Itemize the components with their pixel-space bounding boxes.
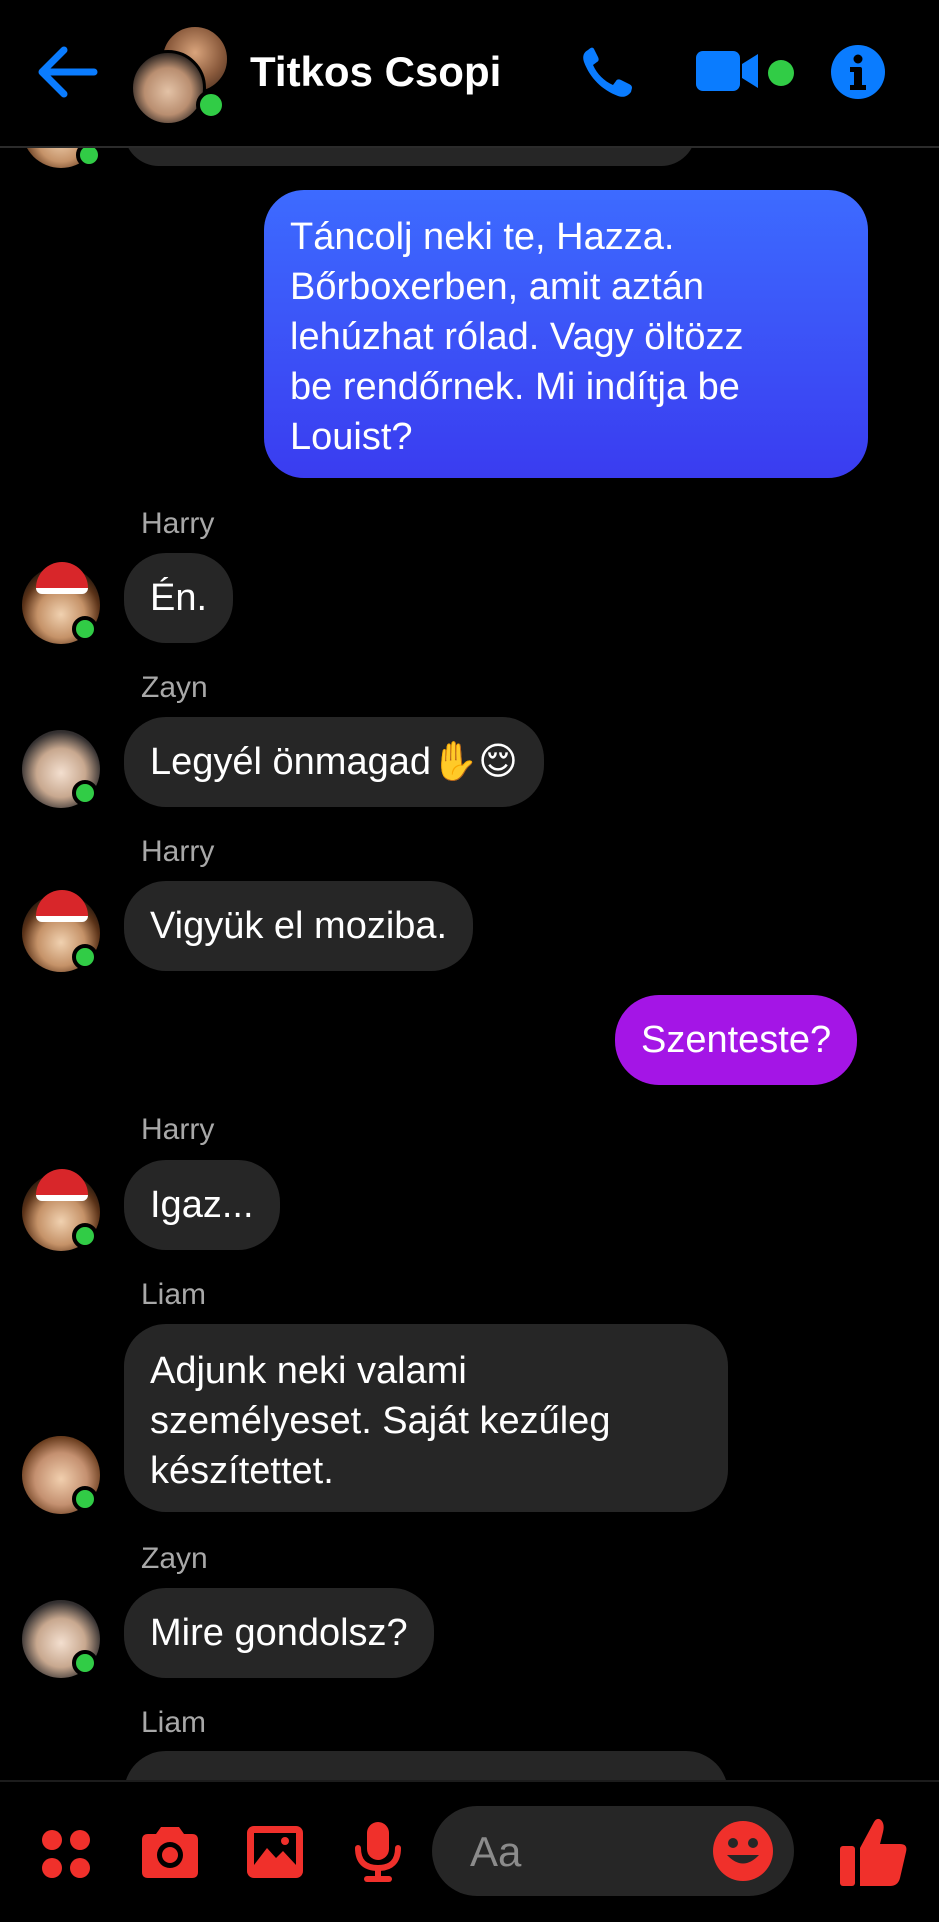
online-indicator: [72, 616, 98, 642]
message-composer: [0, 1780, 939, 1922]
avatar-harry[interactable]: [22, 562, 100, 644]
online-indicator: [72, 1650, 98, 1676]
sender-name: Liam: [141, 1278, 207, 1311]
info-button[interactable]: [830, 44, 886, 100]
message-bubble-incoming[interactable]: Én.: [124, 553, 234, 643]
active-call-indicator: [768, 60, 794, 86]
online-indicator: [72, 780, 98, 806]
online-indicator: [72, 944, 98, 970]
apps-button[interactable]: [40, 1828, 92, 1880]
message-list[interactable]: Táncolj neki te, Hazza. Bőrboxerben, ami…: [0, 0, 939, 1780]
call-button[interactable]: [578, 44, 638, 100]
message-text-field[interactable]: [468, 1806, 702, 1898]
emoji-icon: [713, 1821, 773, 1881]
sender-name: Zayn: [141, 1542, 208, 1575]
avatar-harry[interactable]: [22, 890, 100, 972]
like-button[interactable]: [838, 1816, 910, 1888]
group-avatar[interactable]: [130, 24, 230, 126]
video-call-button[interactable]: [694, 48, 760, 94]
message-bubble-incoming[interactable]: [124, 1751, 728, 1780]
sender-name: Harry: [141, 1113, 215, 1146]
message-bubble-incoming[interactable]: Igaz...: [124, 1160, 280, 1250]
chat-title[interactable]: Titkos Csopi: [250, 46, 501, 98]
camera-button[interactable]: [138, 1824, 202, 1880]
sender-name: Harry: [141, 507, 215, 540]
video-camera-icon: [696, 51, 758, 91]
member-avatar: [130, 50, 206, 126]
arrow-left-icon: [38, 46, 98, 98]
emoji-button[interactable]: [712, 1820, 774, 1882]
message-bubble-incoming[interactable]: Mire gondolsz?: [124, 1588, 434, 1678]
online-indicator: [72, 1223, 98, 1249]
gallery-button[interactable]: [245, 1824, 305, 1880]
apps-grid-icon: [42, 1830, 90, 1878]
online-indicator: [72, 1486, 98, 1512]
back-button[interactable]: [36, 44, 98, 100]
thumbs-up-icon: [840, 1818, 907, 1886]
message-bubble-incoming[interactable]: Legyél önmagad✋😌: [124, 717, 544, 807]
sender-name: Zayn: [141, 671, 208, 704]
message-bubble-incoming[interactable]: Vigyük el moziba.: [124, 881, 474, 971]
phone-icon: [583, 47, 632, 97]
avatar-harry[interactable]: [22, 1169, 100, 1251]
sender-name: Liam: [141, 1706, 207, 1739]
message-bubble-incoming[interactable]: Adjunk neki valami személyeset. Saját ke…: [124, 1324, 728, 1512]
message-bubble-outgoing[interactable]: Szenteste?: [615, 995, 858, 1085]
sender-name: Harry: [141, 835, 215, 868]
voice-button[interactable]: [352, 1820, 404, 1884]
avatar-liam[interactable]: [22, 1436, 100, 1514]
camera-icon: [142, 1827, 198, 1878]
image-icon: [247, 1826, 303, 1878]
online-indicator: [196, 90, 226, 120]
info-icon: [831, 45, 885, 99]
message-input[interactable]: [432, 1806, 794, 1898]
avatar-zayn[interactable]: [22, 1600, 100, 1678]
avatar-zayn[interactable]: [22, 730, 100, 808]
message-bubble-outgoing[interactable]: Táncolj neki te, Hazza. Bőrboxerben, ami…: [264, 190, 868, 478]
microphone-icon: [355, 1822, 401, 1882]
chat-header: Titkos Csopi: [0, 0, 939, 148]
